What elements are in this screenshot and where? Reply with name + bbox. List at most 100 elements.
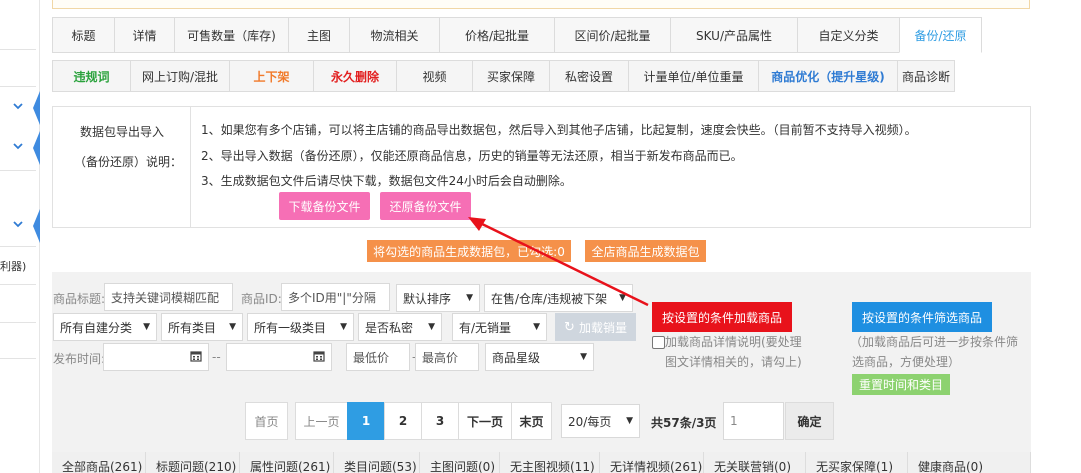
backup-info-label: 数据包导出导入 （备份还原）说明： xyxy=(52,106,191,228)
notice-bar-edge xyxy=(52,0,1030,9)
pager-last-button[interactable]: 末页 xyxy=(511,402,552,440)
feature-tabs-secondary: 违规词 网上订购/混批 上下架 永久删除 视频 买家保障 私密设置 计量单位/单… xyxy=(52,60,955,92)
sort-select[interactable]: 默认排序 ▼ xyxy=(396,284,480,312)
sidebar-collapse-tab[interactable] xyxy=(33,209,40,243)
star-level-select-value: 商品星级 xyxy=(492,350,541,365)
status-select-value: 在售/仓库/违规被下架 xyxy=(491,291,608,306)
filter-note-2: 选商品，方便处理） xyxy=(852,355,961,369)
tab-no-related-marketing[interactable]: 无关联营销(0) xyxy=(704,452,806,473)
chevron-down-icon[interactable] xyxy=(12,100,24,112)
tab-private-settings[interactable]: 私密设置 xyxy=(549,60,629,92)
pager-page-3[interactable]: 3 xyxy=(421,402,459,440)
sidebar-item-label[interactable]: 利器) xyxy=(0,258,26,274)
tab-range-price[interactable]: 区间价/起批量 xyxy=(554,17,671,53)
sidebar-collapse-tab[interactable] xyxy=(33,131,40,165)
date-range-separator: -- xyxy=(212,350,221,364)
max-price-input[interactable]: 最高价 xyxy=(415,343,479,371)
sidebar-collapse-tab[interactable] xyxy=(33,91,40,125)
tab-healthy-products[interactable]: 健康商品(0) xyxy=(908,452,1031,473)
pager-page-2[interactable]: 2 xyxy=(384,402,422,440)
custom-category-select[interactable]: 所有自建分类 ▼ xyxy=(53,313,157,341)
generate-all-package-button[interactable]: 全店商品生成数据包 xyxy=(585,240,706,262)
tab-product-optimization[interactable]: 商品优化（提升星级) xyxy=(758,60,898,92)
tab-logistics[interactable]: 物流相关 xyxy=(349,17,440,53)
tab-main-image[interactable]: 主图 xyxy=(288,17,350,53)
tab-permanent-delete[interactable]: 永久删除 xyxy=(313,60,397,92)
per-page-select-value: 20/每页 xyxy=(568,414,612,429)
reset-time-category-button[interactable]: 重置时间和类目 xyxy=(852,374,950,395)
product-issue-tabs: 全部商品(261) 标题问题(210) 属性问题(261) 类目问题(53) 主… xyxy=(52,452,1031,473)
tab-title[interactable]: 标题 xyxy=(52,17,115,53)
publish-time-label: 发布时间: xyxy=(53,352,106,366)
refresh-icon: ↻ xyxy=(564,319,575,335)
sidebar-divider xyxy=(0,170,36,171)
sort-select-value: 默认排序 xyxy=(403,291,452,306)
tab-title-issues[interactable]: 标题问题(210) xyxy=(146,452,240,473)
category-select[interactable]: 所有类目 ▼ xyxy=(161,313,243,341)
title-filter-label: 商品标题: xyxy=(53,292,106,306)
feature-tabs: 标题 详情 可售数量（库存) 主图 物流相关 价格/起批量 区间价/起批量 SK… xyxy=(52,17,982,53)
tab-all-products[interactable]: 全部商品(261) xyxy=(52,452,146,473)
title-keyword-input[interactable]: 支持关键词模糊匹配 xyxy=(104,283,233,311)
min-price-input[interactable]: 最低价 xyxy=(346,343,410,371)
tab-shelf[interactable]: 上下架 xyxy=(229,60,314,92)
info-label-line: （备份还原）说明： xyxy=(74,155,183,169)
filter-note: （加载商品后可进一步按条件筛 xyxy=(850,335,1019,349)
tab-violation-words[interactable]: 违规词 xyxy=(52,60,131,92)
load-sales-button[interactable]: ↻ 加载销量 xyxy=(555,313,636,341)
tab-stock[interactable]: 可售数量（库存) xyxy=(174,17,289,53)
calendar-icon[interactable] xyxy=(313,350,325,362)
pager-first-button[interactable]: 首页 xyxy=(245,402,288,440)
chevron-down-icon[interactable] xyxy=(12,140,24,152)
sidebar-divider xyxy=(0,49,36,50)
tab-product-diagnosis[interactable]: 商品诊断 xyxy=(897,60,955,92)
tab-sku[interactable]: SKU/产品属性 xyxy=(670,17,798,53)
pager-page-1[interactable]: 1 xyxy=(347,402,385,440)
tab-buyer-protection[interactable]: 买家保障 xyxy=(472,60,550,92)
tab-category-issues[interactable]: 类目问题(53) xyxy=(334,452,420,473)
pager-prev-button[interactable]: 上一页 xyxy=(295,402,348,440)
private-select-value: 是否私密 xyxy=(365,320,414,335)
sidebar-divider xyxy=(0,284,36,285)
chevron-down-icon[interactable] xyxy=(12,218,24,230)
id-filter-label: 商品ID: xyxy=(241,292,282,306)
per-page-select[interactable]: 20/每页 ▼ xyxy=(561,404,640,438)
restore-backup-button[interactable]: 还原备份文件 xyxy=(380,192,471,220)
load-by-filter-button[interactable]: 按设置的条件加载商品 xyxy=(652,302,792,332)
category-select-value: 所有类目 xyxy=(168,320,217,335)
sales-select-value: 有/无销量 xyxy=(459,320,512,335)
level1-category-select[interactable]: 所有一级类目 ▼ xyxy=(247,313,354,341)
tab-unit-weight[interactable]: 计量单位/单位重量 xyxy=(628,60,759,92)
goto-page-input[interactable]: 1 xyxy=(723,402,784,440)
star-level-select[interactable]: 商品星级 ▼ xyxy=(485,343,594,371)
tab-price[interactable]: 价格/起批量 xyxy=(439,17,555,53)
tab-main-image-issues[interactable]: 主图问题(0) xyxy=(420,452,500,473)
tab-video[interactable]: 视频 xyxy=(396,60,473,92)
download-backup-button[interactable]: 下载备份文件 xyxy=(279,192,370,220)
tab-no-detail-video[interactable]: 无详情视频(261) xyxy=(600,452,704,473)
status-select[interactable]: 在售/仓库/违规被下架 ▼ xyxy=(484,284,633,312)
load-detail-label-2: 图文详情相关的，请勾上) xyxy=(665,355,802,369)
goto-confirm-button[interactable]: 确定 xyxy=(785,402,834,440)
sidebar-divider xyxy=(0,86,36,87)
generate-selected-package-button[interactable]: 将勾选的商品生成数据包，已勾选:0 xyxy=(367,240,571,262)
filter-products-button[interactable]: 按设置的条件筛选商品 xyxy=(852,302,992,332)
load-detail-checkbox[interactable] xyxy=(652,336,665,349)
chevron-down-icon: ▼ xyxy=(428,322,435,332)
tab-no-main-video[interactable]: 无主图视频(11) xyxy=(500,452,600,473)
chevron-down-icon: ▼ xyxy=(619,293,626,303)
sales-select[interactable]: 有/无销量 ▼ xyxy=(452,313,547,341)
tab-online-order[interactable]: 网上订购/混批 xyxy=(130,60,230,92)
private-select[interactable]: 是否私密 ▼ xyxy=(358,313,442,341)
tab-detail[interactable]: 详情 xyxy=(114,17,175,53)
sidebar-divider xyxy=(0,322,36,323)
tab-backup-restore[interactable]: 备份/还原 xyxy=(899,17,982,53)
pager-next-button[interactable]: 下一页 xyxy=(458,402,512,440)
product-id-input[interactable]: 多个ID用"|"分隔 xyxy=(281,283,390,311)
calendar-icon[interactable] xyxy=(190,350,202,362)
chevron-down-icon: ▼ xyxy=(466,293,473,303)
tab-attribute-issues[interactable]: 属性问题(261) xyxy=(240,452,334,473)
tab-custom-category[interactable]: 自定义分类 xyxy=(797,17,900,53)
load-detail-label: 加载商品详情说明(要处理 xyxy=(665,335,802,349)
tab-no-buyer-protection[interactable]: 无买家保障(1) xyxy=(806,452,908,473)
